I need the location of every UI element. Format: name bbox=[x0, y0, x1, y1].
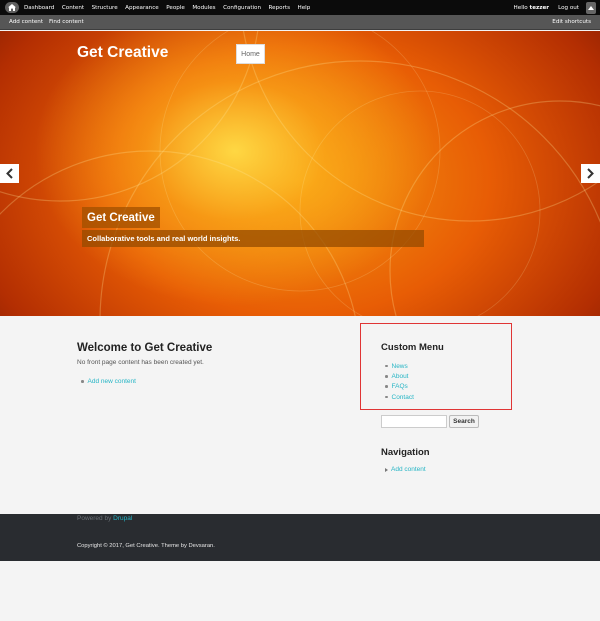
page-bottom bbox=[0, 561, 600, 621]
admin-menu-modules[interactable]: Modules bbox=[192, 5, 215, 11]
home-icon[interactable] bbox=[5, 2, 19, 13]
admin-menu-structure[interactable]: Structure bbox=[92, 5, 118, 11]
add-new-content-link[interactable]: Add new content bbox=[81, 378, 136, 385]
admin-menu-reports[interactable]: Reports bbox=[269, 5, 290, 11]
admin-menu-content[interactable]: Content bbox=[62, 5, 84, 11]
slide-title: Get Creative bbox=[82, 207, 160, 228]
menu-item-label: Contact bbox=[391, 393, 414, 401]
copyright: Copyright © 2017, Get Creative. Theme by… bbox=[77, 543, 215, 549]
chevron-left-icon[interactable] bbox=[0, 164, 19, 183]
bullet-icon bbox=[385, 375, 388, 378]
bullet-icon bbox=[385, 395, 388, 399]
chevron-up-icon[interactable] bbox=[586, 1, 596, 14]
shortcut-find-content[interactable]: Find content bbox=[49, 19, 84, 25]
navigation-item-add-content[interactable]: Add content bbox=[385, 466, 426, 473]
powered-prefix: Powered by bbox=[77, 515, 112, 522]
bullet-icon bbox=[385, 364, 388, 368]
footer: Powered by Drupal Copyright © 2017, Get … bbox=[0, 514, 600, 561]
shortcut-add-content[interactable]: Add content bbox=[9, 19, 43, 25]
nav-home[interactable]: Home bbox=[236, 44, 265, 64]
add-new-content-label: Add new content bbox=[87, 378, 136, 385]
custom-menu-title: Custom Menu bbox=[381, 342, 444, 353]
main-content: Welcome to Get Creative No front page co… bbox=[0, 316, 600, 514]
username: tezzer bbox=[529, 4, 550, 11]
custom-menu-item-faqs[interactable]: FAQs bbox=[385, 382, 414, 392]
admin-menu-people[interactable]: People bbox=[166, 5, 185, 11]
menu-item-label: About bbox=[391, 372, 409, 380]
menu-item-label: FAQs bbox=[391, 383, 408, 391]
navigation-item-label: Add content bbox=[391, 466, 426, 473]
page-title: Welcome to Get Creative bbox=[77, 342, 213, 354]
custom-menu-block: Custom Menu News About FAQs Contact bbox=[360, 323, 512, 410]
bullet-icon bbox=[385, 385, 388, 388]
triangle-right-icon bbox=[385, 467, 388, 472]
admin-menu: Dashboard Content Structure Appearance P… bbox=[24, 5, 318, 11]
custom-menu-item-news[interactable]: News bbox=[385, 361, 414, 371]
admin-menu-dashboard[interactable]: Dashboard bbox=[24, 5, 54, 11]
custom-menu-item-about[interactable]: About bbox=[385, 371, 414, 381]
search-button[interactable]: Search bbox=[449, 415, 479, 428]
hello-prefix: Hello bbox=[513, 4, 528, 11]
custom-menu-item-contact[interactable]: Contact bbox=[385, 392, 414, 402]
site-name[interactable]: Get Creative bbox=[77, 44, 168, 62]
hero-background-art bbox=[0, 31, 600, 316]
admin-menu-help[interactable]: Help bbox=[298, 5, 311, 11]
bullet-icon bbox=[81, 380, 84, 383]
edit-shortcuts-link[interactable]: Edit shortcuts bbox=[552, 19, 591, 25]
custom-menu-list: News About FAQs Contact bbox=[385, 361, 414, 402]
admin-menu-appearance[interactable]: Appearance bbox=[125, 5, 159, 11]
logout-link[interactable]: Log out bbox=[558, 5, 579, 11]
admin-user-area: Hello tezzer Log out bbox=[514, 0, 596, 15]
chevron-right-icon[interactable] bbox=[581, 164, 600, 183]
search-input[interactable] bbox=[381, 415, 447, 428]
admin-toolbar: Dashboard Content Structure Appearance P… bbox=[0, 0, 600, 15]
menu-item-label: News bbox=[391, 362, 408, 370]
navigation-title: Navigation bbox=[381, 447, 430, 458]
slide-caption: Collaborative tools and real world insig… bbox=[82, 230, 424, 247]
powered-by: Powered by Drupal bbox=[77, 515, 132, 522]
hello-user[interactable]: Hello tezzer bbox=[514, 5, 550, 11]
admin-menu-configuration[interactable]: Configuration bbox=[223, 5, 261, 11]
hero-slideshow: Get Creative Home Get Creative Collabora… bbox=[0, 31, 600, 316]
drupal-link[interactable]: Drupal bbox=[113, 515, 132, 522]
shortcuts-bar: Add content Find content Edit shortcuts bbox=[0, 15, 600, 30]
empty-message: No front page content has been created y… bbox=[77, 359, 204, 366]
